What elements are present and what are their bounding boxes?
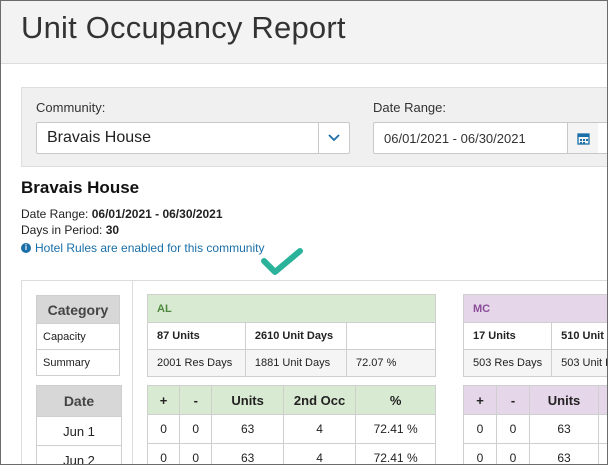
calendar-icon[interactable]: [567, 123, 598, 153]
report-window: Unit Occupancy Report Community: Date Ra…: [0, 0, 608, 465]
date-range-label: Date Range:: [373, 100, 446, 115]
community-heading: Bravais House: [21, 178, 140, 197]
date-row: Jun 1: [36, 416, 122, 446]
chevron-down-icon[interactable]: [318, 123, 349, 153]
mc-summary-res-days: 503 Res Days: [462, 349, 553, 377]
community-select-value: Bravais House: [47, 129, 152, 146]
date-range-input-value: 06/01/2021 - 06/30/2021: [384, 131, 526, 146]
al-col-plus: +: [146, 385, 181, 415]
date-range-summary-value: 06/01/2021 - 06/30/2021: [91, 207, 223, 221]
community-label: Community:: [36, 100, 106, 115]
al-summary-table: AL 87 Units 2610 Unit Days 2001 Res Days…: [147, 294, 436, 377]
mc-capacity-units: 17 Units: [462, 322, 553, 350]
mc-detail-table: + - Units 0 0 63 0 0 63: [463, 385, 607, 464]
table-row: 0 0 63: [463, 443, 607, 464]
al-capacity-empty: [346, 322, 436, 350]
mc-group-header: MC: [462, 294, 607, 323]
date-range-summary: Date Range: 06/01/2021 - 06/30/2021: [21, 207, 223, 221]
category-table: Category Capacity Summary: [36, 295, 120, 376]
page-header: Unit Occupancy Report: [1, 1, 607, 64]
al-capacity-days: 2610 Unit Days: [244, 322, 348, 350]
page-title: Unit Occupancy Report: [21, 10, 346, 45]
info-icon: i: [21, 243, 31, 253]
al-summary-unit-days: 1881 Unit Days: [244, 349, 348, 377]
al-summary-percent: 72.07 %: [346, 349, 436, 377]
hotel-rules-note[interactable]: i Hotel Rules are enabled for this commu…: [21, 241, 264, 255]
table-row: 0 0 63 4 72.41 %: [146, 414, 436, 444]
al-detail-table: + - Units 2nd Occ % 0 0 63 4 72.41 % 0 0…: [146, 385, 436, 464]
al-summary-res-days: 2001 Res Days: [147, 349, 246, 377]
days-in-period: Days in Period: 30: [21, 223, 120, 237]
days-in-period-value: 30: [105, 223, 120, 237]
mc-col-plus: +: [463, 385, 497, 415]
filter-panel: Community: Date Range: Bravais House 06/…: [21, 87, 607, 167]
category-summary: Summary: [36, 349, 120, 376]
category-header: Category: [36, 295, 120, 324]
mc-col-units: Units: [529, 385, 599, 415]
occupancy-grid: Category Capacity Summary Date Jun 1 Jun…: [21, 280, 607, 464]
table-row: 0 0 63: [463, 414, 607, 444]
table-row: 0 0 63 4 72.41 %: [146, 443, 436, 464]
checkmark-icon: [261, 248, 303, 275]
hotel-rules-link[interactable]: Hotel Rules are enabled for this communi…: [35, 241, 264, 255]
mc-col-next: [598, 385, 607, 415]
al-col-2nd-occ: 2nd Occ: [282, 385, 357, 415]
date-table: Date Jun 1 Jun 2: [36, 385, 122, 464]
category-capacity: Capacity: [36, 323, 120, 350]
column-divider: [132, 281, 133, 464]
al-col-units: Units: [211, 385, 284, 415]
mc-col-minus: -: [496, 385, 530, 415]
al-capacity-units: 87 Units: [147, 322, 246, 350]
mc-summary-unit-days: 503 Unit Days: [551, 349, 607, 377]
community-select[interactable]: Bravais House: [36, 122, 350, 154]
al-group-header: AL: [147, 294, 436, 323]
al-col-minus: -: [179, 385, 213, 415]
date-header: Date: [36, 385, 122, 417]
mc-capacity-days: 510 Unit Days: [551, 322, 607, 350]
al-col-percent: %: [355, 385, 436, 415]
date-row: Jun 2: [36, 445, 122, 464]
mc-summary-table: MC 17 Units 510 Unit Days 503 Res Days 5…: [462, 294, 607, 377]
date-range-input[interactable]: 06/01/2021 - 06/30/2021: [373, 122, 607, 154]
